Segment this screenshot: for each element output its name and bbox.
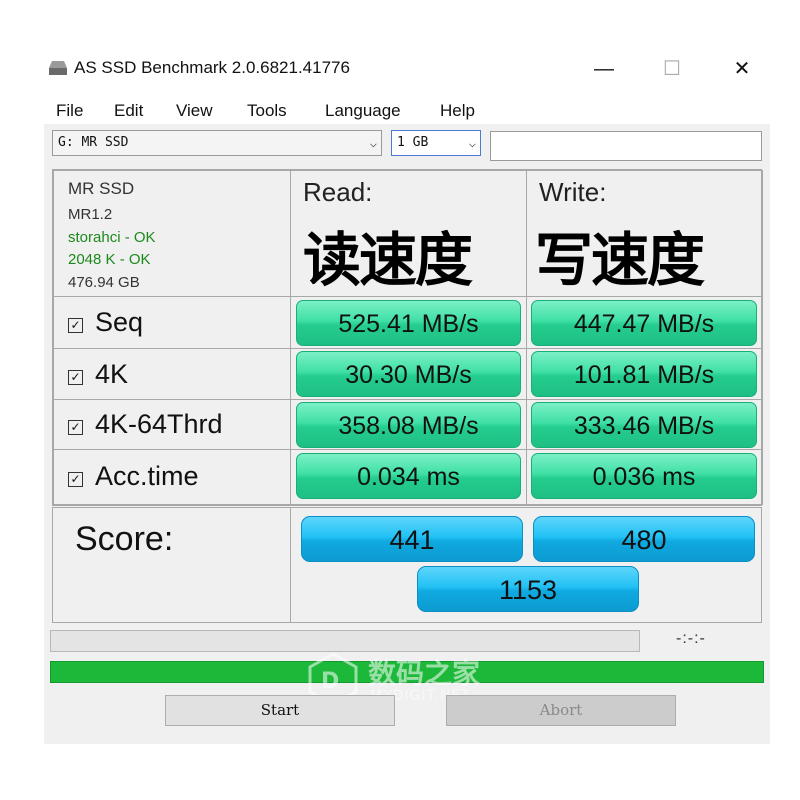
read-result-4k: 30.30 MB/s [296,351,521,397]
write-result-4k-64thrd: 333.46 MB/s [531,402,757,448]
size-select[interactable]: 1 GB ⌵ [391,130,481,156]
read-cell-4k-64thrd: 358.08 MB/s [290,399,527,450]
menu-help[interactable]: Help [440,101,475,121]
score-read: 441 [301,516,523,562]
minimize-button[interactable]: — [584,52,624,86]
test-label-4k: ✓ 4K [68,359,128,390]
window-title: AS SSD Benchmark 2.0.6821.41776 [74,58,350,77]
score-total: 1153 [417,566,639,612]
read-cell-seq: 525.41 MB/s [290,296,527,349]
watermark-cn: 数码之家 [368,657,481,690]
read-cell-4k: 30.30 MB/s [290,348,527,400]
read-result-seq: 525.41 MB/s [296,300,521,346]
menu-edit[interactable]: Edit [114,101,143,121]
chevron-down-icon: ⌵ [468,136,476,150]
abort-button[interactable]: Abort [446,695,676,726]
score-label: Score: [75,520,174,558]
alignment-status: 2048 K - OK [68,251,151,268]
checkbox-4k-64thrd[interactable]: ✓ [68,420,83,435]
drive-firmware: MR1.2 [68,206,113,223]
write-cell-4k-64thrd: 333.46 MB/s [526,399,763,450]
test-label-seq: ✓ Seq [68,307,143,338]
test-row-4k-64thrd[interactable]: ✓ 4K-64Thrd [53,399,291,450]
size-select-value: 1 GB [397,135,429,150]
test-row-4k[interactable]: ✓ 4K [53,348,291,400]
test-name-4k-64thrd: 4K-64Thrd [95,409,223,439]
as-ssd-window: AS SSD Benchmark 2.0.6821.41776 — ☐ ✕ Fi… [44,44,770,744]
elapsed-time: -:-:- [676,630,706,647]
menu-view[interactable]: View [176,101,213,121]
read-header-cell: Read: 读速度 [290,170,527,297]
read-header: Read: [303,177,373,207]
test-label-4k-64thrd: ✓ 4K-64Thrd [68,409,223,440]
chevron-down-icon: ⌵ [369,136,377,150]
close-button[interactable]: ✕ [722,52,762,86]
test-label-acc-time: ✓ Acc.time [68,461,199,492]
maximize-button[interactable]: ☐ [652,52,692,86]
drive-name: MR SSD [68,179,135,198]
checkbox-acc-time[interactable]: ✓ [68,472,83,487]
text-field[interactable] [490,131,762,161]
svg-text:D: D [321,669,339,694]
drive-capacity: 476.94 GB [68,274,140,291]
write-annotation: 写速度 [535,226,705,294]
write-result-4k: 101.81 MB/s [531,351,757,397]
write-result-acc-time: 0.036 ms [531,453,757,499]
test-name-seq: Seq [95,307,144,337]
write-result-seq: 447.47 MB/s [531,300,757,346]
results-grid: MR SSD MR1.2 storahci - OK 2048 K - OK 4… [52,169,763,506]
read-cell-acc-time: 0.034 ms [290,449,527,505]
read-annotation: 读速度 [303,226,473,294]
menu-language[interactable]: Language [325,101,401,121]
start-button[interactable]: Start [165,695,395,726]
drive-info-panel: MR SSD MR1.2 storahci - OK 2048 K - OK 4… [53,170,291,297]
menu-tools[interactable]: Tools [247,101,287,121]
score-label-cell: Score: [53,508,291,622]
title-bar: AS SSD Benchmark 2.0.6821.41776 — ☐ ✕ [44,44,770,94]
read-result-acc-time: 0.034 ms [296,453,521,499]
write-header: Write: [539,177,607,207]
drive-select[interactable]: G: MR SSD ⌵ [52,130,382,156]
write-cell-seq: 447.47 MB/s [526,296,763,349]
test-name-4k: 4K [95,359,129,389]
test-row-acc-time[interactable]: ✓ Acc.time [53,449,291,505]
test-row-seq[interactable]: ✓ Seq [53,296,291,349]
checkbox-seq[interactable]: ✓ [68,318,83,333]
score-panel: Score: 441 480 1153 [52,507,762,623]
read-result-4k-64thrd: 358.08 MB/s [296,402,521,448]
test-name-acc-time: Acc.time [95,461,199,491]
drive-icon [49,61,67,75]
score-write: 480 [533,516,755,562]
drive-select-value: G: MR SSD [58,135,129,150]
write-cell-acc-time: 0.036 ms [526,449,763,505]
write-cell-4k: 101.81 MB/s [526,348,763,400]
menu-bar: File Edit View Tools Language Help [44,94,770,124]
write-header-cell: Write: 写速度 [526,170,763,297]
checkbox-4k[interactable]: ✓ [68,370,83,385]
menu-file[interactable]: File [56,101,83,121]
driver-status: storahci - OK [68,229,156,246]
